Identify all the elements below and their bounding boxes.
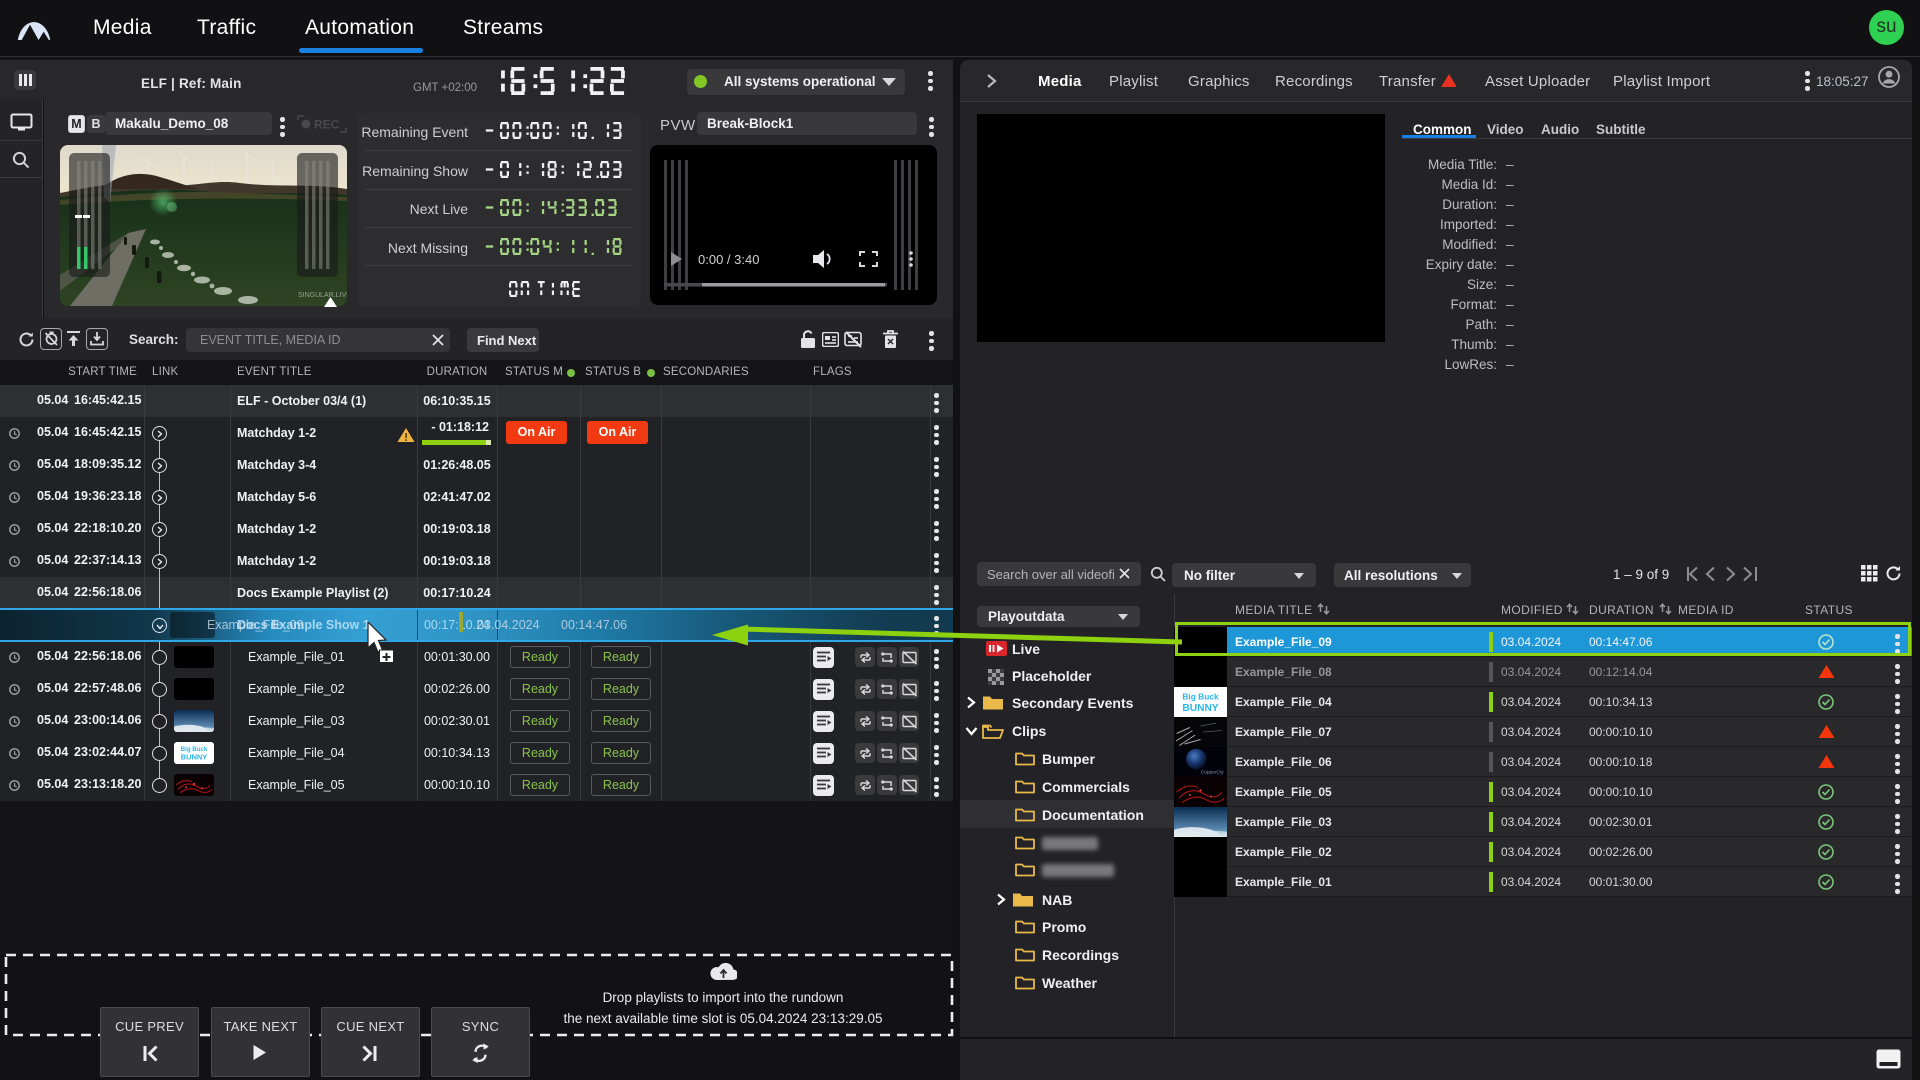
svg-text:REC: REC [314,118,340,132]
svg-text:SINGULAR.LIVE: SINGULAR.LIVE [298,292,347,299]
svg-text:Big Buck: Big Buck [1182,692,1219,702]
svg-text:0:00 / 3:40: 0:00 / 3:40 [698,252,759,267]
svg-text:BUNNY: BUNNY [181,753,208,762]
svg-text:CopperCty: CopperCty [1201,769,1225,775]
svg-text:BUNNY: BUNNY [1182,703,1218,714]
